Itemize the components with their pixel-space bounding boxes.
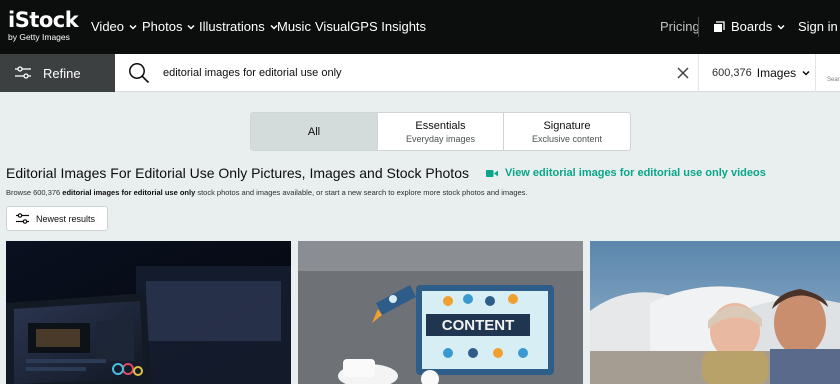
refine-button[interactable]: Refine [0,54,115,92]
tab-signature-title: Signature [543,119,591,132]
video-camera-icon [486,170,498,177]
nav-pricing[interactable]: Pricing [660,20,700,34]
tab-essentials-title: Essentials [415,119,466,132]
caret-down-icon [129,24,137,30]
nav-illustrations[interactable]: Illustrations [199,20,279,34]
nav-illustrations-label: Illustrations [199,19,265,34]
tab-signature[interactable]: Signature Exclusive content [504,113,630,150]
nav-boards[interactable]: Boards [713,20,786,34]
refine-label: Refine [43,65,81,81]
search-bar: Refine 600,376 Images Sear [0,54,840,92]
tab-essentials[interactable]: Essentials Everyday images [378,113,504,150]
search-divider [815,54,816,92]
nav-video[interactable]: Video [91,20,138,34]
browse-suffix: stock photos and images available, or st… [195,188,528,197]
nav-signin[interactable]: Sign in [798,20,838,34]
nav-visualgps-label: VisualGPS Insights [315,19,427,34]
caret-down-icon [777,24,785,30]
logo-tagline: by Getty Images [8,32,70,42]
result-count: 600,376 [712,67,752,79]
boards-icon [714,21,725,32]
logo-wordmark: iStock [8,8,79,32]
tab-signature-subtitle: Exclusive content [531,133,603,144]
page-title: Editorial Images For Editorial Use Only … [6,165,469,181]
nav-photos[interactable]: Photos [142,20,196,34]
result-image-content[interactable]: CONTENT [298,241,583,384]
nav-boards-label: Boards [731,19,773,34]
nav-visualgps[interactable]: VisualGPS Insights [315,20,426,34]
media-type-select[interactable]: 600,376 Images [712,66,811,80]
istock-logo[interactable]: iStock by Getty Images [8,10,80,44]
nav-music-label: Music [277,19,311,34]
result-image [590,241,840,384]
view-videos-link[interactable]: View editorial images for editorial use … [486,166,766,181]
search-input[interactable] [163,63,663,83]
caret-down-icon [802,70,810,76]
view-videos-label: View editorial images for editorial use … [505,167,766,179]
search-divider [698,54,699,92]
browse-query: editorial images for editorial use only [62,188,196,197]
result-image-laptop[interactable] [6,241,291,384]
refine-sliders-icon [15,66,31,79]
search-button[interactable]: Sear [827,77,840,83]
media-type-label: Images [756,66,797,80]
browse-prefix: Browse 600,376 [6,188,63,197]
tab-all-title: All [307,125,321,138]
result-image-children[interactable] [590,241,840,384]
tab-essentials-subtitle: Everyday images [405,133,476,144]
nav-signin-label: Sign in [798,19,838,34]
top-navigation: iStock by Getty Images Video Photos Illu… [0,0,840,54]
sort-label: Newest results [36,213,96,224]
browse-description: Browse 600,376 editorial images for edit… [6,188,528,198]
nav-photos-label: Photos [142,19,183,34]
sort-sliders-icon [16,213,29,224]
nav-video-label: Video [91,19,125,34]
content-tabs: All Essentials Everyday images Signature… [250,112,631,151]
result-image: CONTENT [298,241,583,384]
result-image [6,241,291,384]
close-icon[interactable] [676,66,690,80]
sort-button[interactable]: Newest results [6,206,108,231]
caret-down-icon [187,24,196,30]
nav-pricing-label: Pricing [660,19,700,34]
content-sign-text: CONTENT [442,317,515,334]
nav-music[interactable]: Music [277,20,311,34]
nav-divider [698,17,699,37]
tab-all[interactable]: All [251,113,378,150]
search-icon [129,63,150,84]
